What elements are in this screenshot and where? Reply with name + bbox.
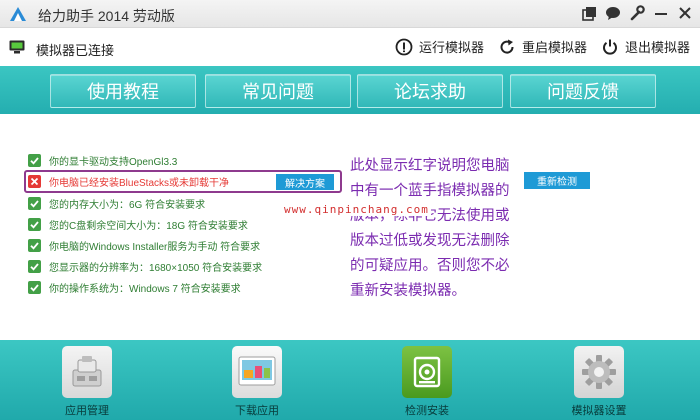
monitor-connected-icon (9, 40, 25, 54)
close-button[interactable] (676, 4, 694, 22)
download-app-label: 下载应用 (235, 405, 279, 417)
tab-forum-help[interactable]: 论坛求助 (357, 74, 503, 108)
info-circle-icon (395, 38, 413, 55)
emulator-settings-button[interactable]: 模拟器设置 (560, 346, 640, 417)
window-controls (580, 4, 694, 22)
window-title: 给力助手 2014 劳动版 (38, 8, 175, 24)
check-ok-icon (28, 153, 41, 167)
solution-button[interactable]: 解决方案 (276, 174, 334, 190)
check-ok-icon (28, 280, 41, 294)
check-ok-icon (28, 259, 41, 273)
check-item-os: 你的操作系统为：Windows 7 符合安装要求 (28, 278, 241, 296)
bottom-toolbar: 应用管理 下载应用 检测安装 模拟器设置 (0, 340, 700, 420)
wrench-icon (630, 5, 645, 21)
skin-icon (581, 6, 596, 21)
check-item-text: 您显示器的分辨率为：1680×1050 符合安装要求 (49, 262, 263, 274)
run-emulator-button[interactable]: 运行模拟器 (395, 37, 484, 56)
title-bar: 给力助手 2014 劳动版 (0, 0, 700, 28)
check-item-opengl: 你的显卡驱动支持OpenGl3.3 (28, 151, 177, 169)
tab-faq[interactable]: 常见问题 (205, 74, 351, 108)
refresh-icon (500, 39, 514, 54)
check-results-panel: 你的显卡驱动支持OpenGl3.3 你电脑已经安装BlueStacks或未卸载干… (0, 114, 700, 340)
check-item-resolution: 您显示器的分辨率为：1680×1050 符合安装要求 (28, 257, 262, 275)
check-item-memory: 您的内存大小为：6G 符合安装要求 (28, 194, 205, 212)
tab-feedback[interactable]: 问题反馈 (510, 74, 656, 108)
check-item-text: 您的内存大小为：6G 符合安装要求 (49, 199, 206, 211)
app-manage-icon (72, 356, 102, 387)
close-icon (679, 7, 691, 19)
skin-button[interactable] (580, 4, 598, 22)
download-app-button[interactable]: 下载应用 (218, 346, 298, 417)
tab-bar: 使用教程 常见问题 论坛求助 问题反馈 (0, 66, 700, 114)
tools-button[interactable] (628, 4, 646, 22)
detect-install-button[interactable]: 检测安装 (388, 346, 468, 417)
connection-status: 模拟器已连接 (36, 43, 115, 58)
exit-emulator-button[interactable]: 退出模拟器 (601, 37, 690, 56)
run-emulator-label: 运行模拟器 (418, 40, 484, 55)
recheck-button[interactable]: 重新检测 (524, 172, 590, 189)
minimize-button[interactable] (652, 4, 670, 22)
emulator-settings-label: 模拟器设置 (571, 405, 627, 417)
emulator-actions: 运行模拟器 重启模拟器 退出模拟器 (395, 37, 690, 56)
check-item-disk: 您的C盘剩余空间大小为：18G 符合安装要求 (28, 215, 248, 233)
restart-emulator-label: 重启模拟器 (521, 40, 587, 55)
check-item-text: 您的C盘剩余空间大小为：18G 符合安装要求 (49, 220, 248, 232)
settings-gear-icon (582, 355, 616, 389)
app-logo-icon (10, 7, 26, 21)
exit-emulator-label: 退出模拟器 (624, 40, 690, 55)
status-bar: 模拟器已连接 运行模拟器 重启模拟器 退出模拟器 (0, 28, 700, 66)
check-item-text: 你的操作系统为：Windows 7 符合安装要求 (49, 283, 241, 295)
chat-bubble-icon (606, 6, 620, 20)
app-manage-button[interactable]: 应用管理 (48, 346, 128, 417)
detect-install-icon (413, 356, 441, 388)
minimize-icon (655, 13, 667, 15)
tab-tutorial[interactable]: 使用教程 (50, 74, 196, 108)
check-ok-icon (28, 196, 41, 210)
check-ok-icon (28, 238, 41, 252)
watermark: www.qinpinchang.com (282, 203, 431, 216)
download-app-icon (238, 356, 276, 386)
app-manage-label: 应用管理 (65, 405, 109, 417)
power-icon (603, 39, 617, 55)
annotation-text: 此处显示红字说明您电脑中有一个蓝手指模拟器的版本，除非它无法使用或版本过低或发现… (350, 158, 510, 299)
check-ok-icon (28, 217, 41, 231)
feedback-button[interactable] (604, 4, 622, 22)
restart-emulator-button[interactable]: 重启模拟器 (498, 37, 587, 56)
detect-install-label: 检测安装 (405, 405, 449, 417)
check-item-text: 你电脑的Windows Installer服务为手动 符合要求 (49, 241, 261, 253)
check-item-text: 你的显卡驱动支持OpenGl3.3 (49, 156, 178, 168)
check-item-installer: 你电脑的Windows Installer服务为手动 符合要求 (28, 236, 260, 254)
